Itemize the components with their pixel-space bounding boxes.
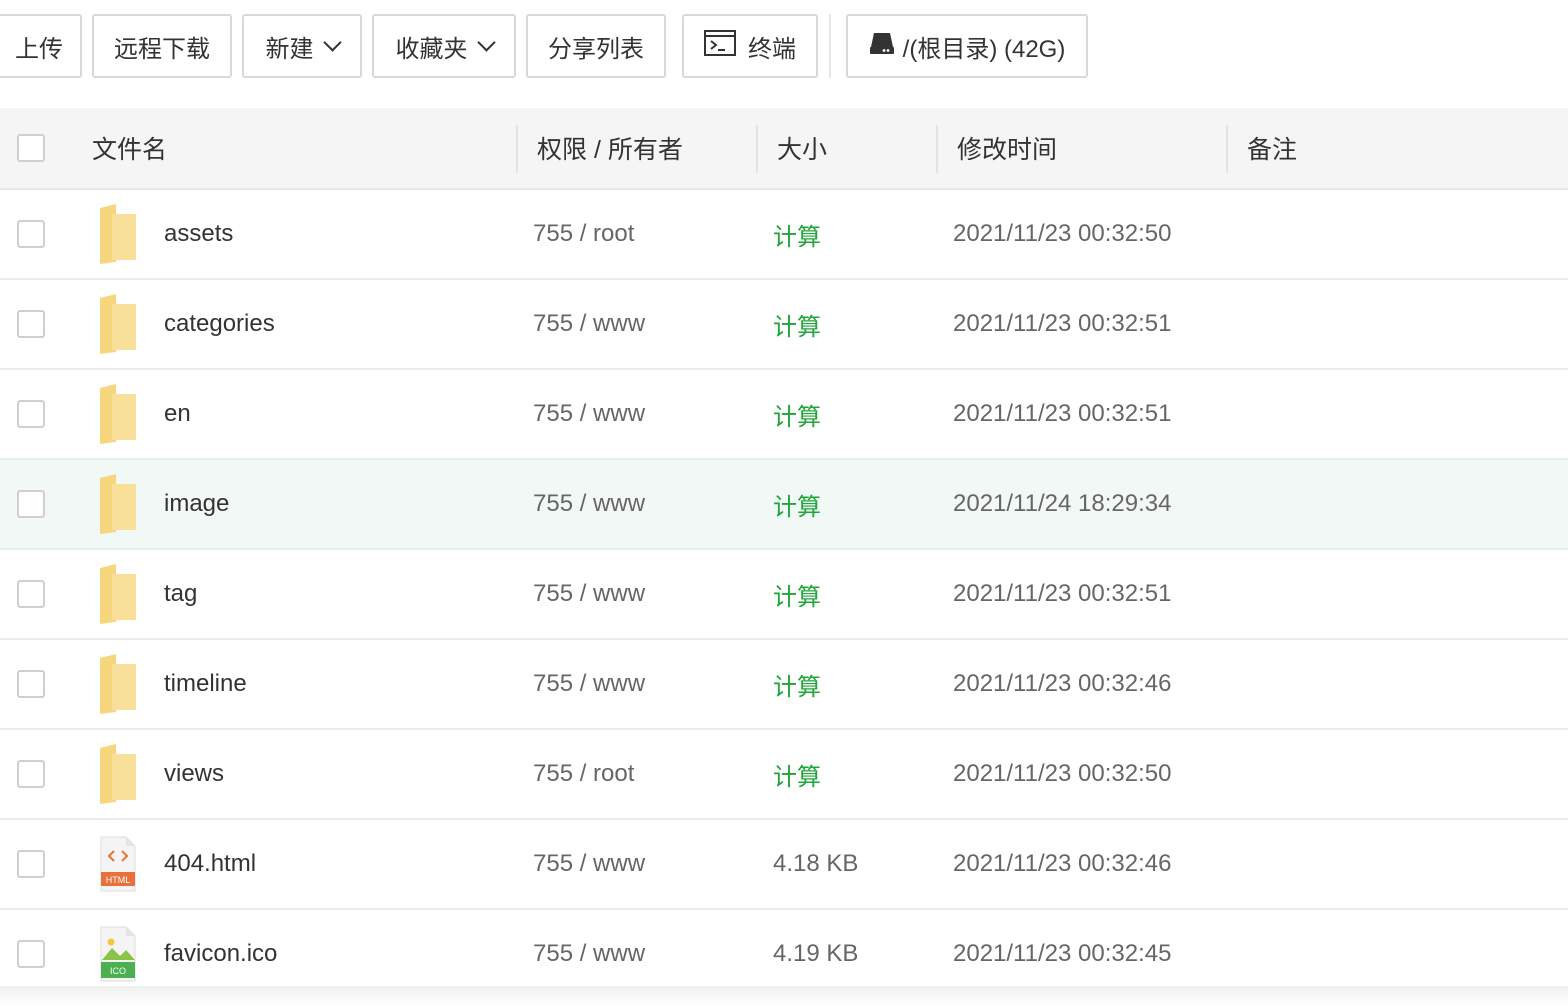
- table-row[interactable]: assets 755 / root 计算 2021/11/23 00:32:50: [0, 190, 1568, 280]
- modified-time: 2021/11/23 00:32:50: [953, 760, 1172, 787]
- terminal-button[interactable]: 终端: [682, 14, 818, 78]
- file-name[interactable]: 404.html: [164, 820, 256, 908]
- perm-owner[interactable]: 755 / www: [533, 910, 645, 998]
- hard-drive-icon: [869, 31, 895, 62]
- chevron-down-icon: [322, 32, 342, 52]
- folder-icon[interactable]: [98, 474, 138, 534]
- table-row[interactable]: categories 755 / www 计算 2021/11/23 00:32:51: [0, 280, 1568, 370]
- calculate-size-link[interactable]: 计算: [773, 280, 821, 368]
- header-filename[interactable]: 文件名: [92, 108, 167, 188]
- modified-time: 2021/11/23 00:32:50: [953, 220, 1172, 247]
- html-file-icon[interactable]: HTML: [98, 836, 138, 892]
- terminal-label: 终端: [748, 35, 796, 63]
- perm-owner[interactable]: 755 / www: [533, 820, 645, 908]
- toolbar-divider: [829, 14, 831, 78]
- disk-button[interactable]: /(根目录) (42G): [846, 14, 1088, 78]
- file-name[interactable]: tag: [164, 550, 197, 638]
- column-divider[interactable]: [756, 125, 758, 173]
- favorites-label: 收藏夹: [395, 35, 468, 63]
- column-divider[interactable]: [1226, 125, 1228, 173]
- header-remark: 备注: [1247, 136, 1298, 164]
- file-size: 4.19 KB: [773, 940, 859, 967]
- calculate-size-link[interactable]: 计算: [773, 550, 821, 638]
- folder-icon[interactable]: [98, 564, 138, 624]
- calculate-size-link[interactable]: 计算: [773, 190, 821, 278]
- file-name[interactable]: timeline: [164, 640, 247, 728]
- file-name[interactable]: image: [164, 460, 229, 548]
- file-name[interactable]: en: [164, 370, 191, 458]
- row-checkbox[interactable]: [17, 220, 45, 248]
- row-checkbox[interactable]: [17, 490, 45, 518]
- modified-time: 2021/11/23 00:32:51: [953, 580, 1172, 607]
- row-checkbox[interactable]: [17, 850, 45, 878]
- file-name[interactable]: favicon.ico: [164, 910, 277, 998]
- row-checkbox[interactable]: [17, 670, 45, 698]
- favorites-dropdown-button[interactable]: 收藏夹: [372, 14, 516, 78]
- select-all-checkbox[interactable]: [17, 134, 45, 162]
- row-checkbox[interactable]: [17, 310, 45, 338]
- row-checkbox[interactable]: [17, 760, 45, 788]
- row-checkbox[interactable]: [17, 940, 45, 968]
- modified-time: 2021/11/24 18:29:34: [953, 490, 1172, 517]
- folder-icon[interactable]: [98, 384, 138, 444]
- folder-icon[interactable]: [98, 204, 138, 264]
- new-label: 新建: [265, 35, 314, 63]
- file-toolbar: 上传 远程下载 新建 收藏夹 分享列表 终端 /(根目录) (42G): [0, 0, 1568, 100]
- file-name[interactable]: assets: [164, 190, 233, 278]
- calculate-size-link[interactable]: 计算: [773, 730, 821, 818]
- perm-owner[interactable]: 755 / www: [533, 280, 645, 368]
- header-mtime[interactable]: 修改时间: [957, 108, 1057, 188]
- folder-icon[interactable]: [98, 654, 138, 714]
- file-name[interactable]: categories: [164, 280, 275, 368]
- perm-owner[interactable]: 755 / www: [533, 460, 645, 548]
- svg-text:HTML: HTML: [106, 875, 131, 885]
- file-size: 4.18 KB: [773, 850, 859, 877]
- row-checkbox[interactable]: [17, 580, 45, 608]
- perm-owner[interactable]: 755 / root: [533, 190, 634, 278]
- modified-time: 2021/11/23 00:32:51: [953, 310, 1172, 337]
- modified-time: 2021/11/23 00:32:51: [953, 400, 1172, 427]
- perm-owner[interactable]: 755 / www: [533, 370, 645, 458]
- column-divider[interactable]: [516, 125, 518, 173]
- share-list-label: 分享列表: [548, 35, 644, 63]
- table-row[interactable]: tag 755 / www 计算 2021/11/23 00:32:51: [0, 550, 1568, 640]
- terminal-icon: [704, 29, 736, 63]
- perm-owner[interactable]: 755 / www: [533, 550, 645, 638]
- folder-icon[interactable]: [98, 744, 138, 804]
- modified-time: 2021/11/23 00:32:46: [953, 670, 1172, 697]
- image-file-icon[interactable]: ICO: [98, 926, 138, 982]
- table-row[interactable]: image 755 / www 计算 2021/11/24 18:29:34: [0, 460, 1568, 550]
- row-checkbox[interactable]: [17, 400, 45, 428]
- upload-button[interactable]: 上传: [0, 14, 82, 78]
- header-perm-owner[interactable]: 权限 / 所有者: [537, 108, 683, 188]
- table-row[interactable]: HTML 404.html 755 / www 4.18 KB 2021/11/23 0…: [0, 820, 1568, 910]
- folder-icon[interactable]: [98, 294, 138, 354]
- new-dropdown-button[interactable]: 新建: [242, 14, 362, 78]
- calculate-size-link[interactable]: 计算: [773, 640, 821, 728]
- column-divider[interactable]: [936, 125, 938, 173]
- table-row[interactable]: en 755 / www 计算 2021/11/23 00:32:51: [0, 370, 1568, 460]
- share-list-button[interactable]: 分享列表: [526, 14, 666, 78]
- table-header: 文件名 权限 / 所有者 大小 修改时间 备注: [0, 108, 1568, 190]
- table-row[interactable]: timeline 755 / www 计算 2021/11/23 00:32:46: [0, 640, 1568, 730]
- perm-owner[interactable]: 755 / www: [533, 640, 645, 728]
- upload-label: 上传: [15, 35, 63, 63]
- remote-download-button[interactable]: 远程下载: [92, 14, 232, 78]
- perm-owner[interactable]: 755 / root: [533, 730, 634, 818]
- modified-time: 2021/11/23 00:32:46: [953, 850, 1172, 877]
- chevron-down-icon: [476, 32, 496, 52]
- remote-download-label: 远程下载: [114, 35, 210, 63]
- calculate-size-link[interactable]: 计算: [773, 370, 821, 458]
- file-name[interactable]: views: [164, 730, 224, 818]
- scroll-shadow: [0, 986, 1568, 1006]
- calculate-size-link[interactable]: 计算: [773, 460, 821, 548]
- svg-text:ICO: ICO: [110, 966, 126, 976]
- header-size[interactable]: 大小: [777, 108, 827, 188]
- disk-label: /(根目录) (42G): [902, 35, 1066, 63]
- modified-time: 2021/11/23 00:32:45: [953, 940, 1172, 967]
- table-row[interactable]: views 755 / root 计算 2021/11/23 00:32:50: [0, 730, 1568, 820]
